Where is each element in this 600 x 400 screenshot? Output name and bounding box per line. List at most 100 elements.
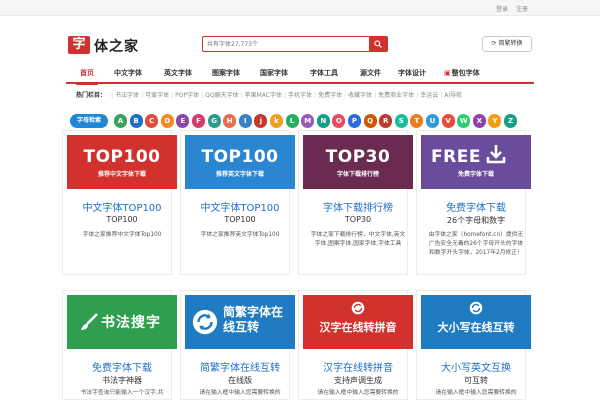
simplified-traditional-switch-button[interactable]: ⟳ 简繁转换 bbox=[482, 36, 532, 52]
card-banner[interactable]: TOP30 字体下载排行榜 bbox=[303, 135, 413, 189]
nav-item-6[interactable]: 源文件 bbox=[360, 68, 381, 78]
hot-category-link[interactable]: 苹果MAC字体 bbox=[245, 92, 282, 99]
alphabet-letter-v[interactable]: V bbox=[441, 114, 455, 128]
alphabet-letter-z[interactable]: Z bbox=[504, 114, 517, 128]
alphabet-label: 字母检索 bbox=[70, 114, 108, 128]
card-title[interactable]: 免费字体下载 bbox=[417, 199, 535, 214]
tool-card[interactable]: 书法搜字 免费字体下载 书法字神器 书法字查询只能输入一个汉字,共 bbox=[62, 290, 177, 400]
switch-label: 简繁转换 bbox=[498, 40, 523, 47]
feature-card[interactable]: TOP100 推荐英文字体下载 中文字体TOP100 TOP100 字体之家推荐英文字体… bbox=[180, 130, 295, 275]
nav-item-2[interactable]: 英文字体 bbox=[164, 68, 192, 78]
main-nav: 首页 中文字体 英文字体 图案字体 国家字体 字体工具 源文件 字体设计 ▣整包字体 bbox=[66, 64, 534, 85]
card-sub: TOP100 bbox=[224, 215, 256, 224]
alphabet-letter-x[interactable]: X bbox=[472, 114, 486, 128]
alphabet-letter-f[interactable]: F bbox=[192, 114, 205, 128]
card-title[interactable]: 中文字体TOP100 bbox=[63, 199, 181, 214]
card-desc: 请在输入框中输入您需要转换的 bbox=[317, 390, 399, 396]
hot-category-link[interactable]: 手机字体 bbox=[288, 92, 312, 99]
nav-item-5[interactable]: 字体工具 bbox=[310, 68, 338, 78]
tool-card[interactable]: 简繁字体在线互转 简繁字体在线互转 在线版 请在输入框中输入您需要转换的 bbox=[180, 290, 295, 400]
card-title[interactable]: 简繁字体在线互转 bbox=[181, 359, 299, 374]
alphabet-letter-l[interactable]: L bbox=[285, 114, 299, 128]
search-input[interactable] bbox=[203, 37, 371, 51]
alphabet-letter-j[interactable]: j bbox=[254, 114, 268, 128]
alphabet-letter-e[interactable]: E bbox=[176, 114, 190, 128]
divider: | bbox=[344, 92, 347, 99]
card-banner[interactable]: TOP100 推荐英文字体下载 bbox=[185, 135, 295, 189]
banner-subtitle: 免费字体下载 bbox=[457, 171, 494, 178]
card-title[interactable]: 汉字在线转拼音 bbox=[299, 359, 417, 374]
alphabet-letter-t[interactable]: T bbox=[410, 114, 424, 128]
alphabet-letter-c[interactable]: C bbox=[145, 114, 159, 128]
card-banner[interactable]: FREE 免费字体下载 bbox=[421, 135, 531, 189]
card-banner[interactable]: 大小写在线互转 bbox=[421, 295, 531, 349]
alphabet-letter-a[interactable]: A bbox=[114, 114, 127, 128]
banner-subtitle: 推荐中文字体下载 bbox=[97, 171, 146, 178]
card-title[interactable]: 免费字体下载 bbox=[63, 359, 181, 374]
alphabet-letter-p[interactable]: P bbox=[348, 114, 361, 128]
banner-title: TOP100 bbox=[201, 147, 279, 167]
nav-item-8[interactable]: ▣整包字体 bbox=[444, 68, 480, 78]
card-banner[interactable]: TOP100 推荐中文字体下载 bbox=[67, 135, 177, 189]
alphabet-letter-y[interactable]: Y bbox=[488, 114, 502, 128]
search-button[interactable] bbox=[369, 37, 387, 51]
top-utility-bar: 登录 注册 bbox=[0, 0, 600, 16]
feature-card[interactable]: TOP30 字体下载排行榜 字体下载排行榜 TOP30 字体之家下载排行榜，中文字体,英… bbox=[298, 130, 413, 275]
banner-subtitle: 推荐英文字体下载 bbox=[215, 171, 264, 178]
hot-category-link[interactable]: AI导航 bbox=[444, 92, 462, 99]
nav-item-3[interactable]: 图案字体 bbox=[212, 68, 240, 78]
card-banner[interactable]: 书法搜字 bbox=[67, 295, 177, 349]
alphabet-letter-m[interactable]: M bbox=[301, 114, 315, 128]
hot-category-link[interactable]: 可爱字体 bbox=[145, 92, 169, 99]
hot-category-link[interactable]: 免费商业字体 bbox=[378, 92, 414, 99]
feature-card[interactable]: TOP100 推荐中文字体下载 中文字体TOP100 TOP100 字体之家推荐中文字体… bbox=[62, 130, 177, 275]
alphabet-letter-q[interactable]: Q bbox=[363, 114, 377, 128]
nav-item-label: 整包字体 bbox=[451, 69, 480, 77]
banner-text: 汉字在线转拼音 bbox=[319, 321, 397, 334]
card-desc: 字体之家推荐英文字体Top100 bbox=[200, 232, 280, 238]
register-link[interactable]: 注册 bbox=[516, 6, 528, 13]
nav-item-0[interactable]: 首页 bbox=[76, 68, 98, 85]
alphabet-letter-r[interactable]: R bbox=[379, 114, 393, 128]
alphabet-letter-d[interactable]: D bbox=[160, 114, 174, 128]
hot-category-link[interactable]: 免费字体 bbox=[318, 92, 342, 99]
tool-card[interactable]: 大小写在线互转 大小写英文互换 可互转 请在输入框中输入您需要转换的 bbox=[416, 290, 531, 400]
banner-subtitle: 字体下载排行榜 bbox=[336, 171, 379, 178]
card-title[interactable]: 字体下载排行榜 bbox=[299, 199, 417, 214]
login-link[interactable]: 登录 bbox=[496, 6, 508, 13]
alphabet-letter-g[interactable]: G bbox=[207, 114, 221, 128]
alphabet-letter-u[interactable]: U bbox=[426, 114, 439, 128]
hot-category-link[interactable]: POP字体 bbox=[175, 92, 199, 99]
banner-text: 书法搜字 bbox=[101, 315, 161, 331]
divider: | bbox=[171, 92, 174, 99]
hot-category-link[interactable]: 书法字体 bbox=[115, 92, 139, 99]
convert-icon bbox=[469, 301, 483, 315]
alphabet-letter-w[interactable]: W bbox=[457, 114, 471, 128]
alphabet-letter-o[interactable]: O bbox=[332, 114, 346, 128]
card-sub: TOP100 bbox=[106, 215, 138, 224]
alphabet-letter-n[interactable]: N bbox=[316, 114, 330, 128]
convert-icon bbox=[192, 309, 218, 335]
tool-card[interactable]: 汉字在线转拼音 汉字在线转拼音 支持声调生成 请在输入框中输入您需要转换的 bbox=[298, 290, 413, 400]
card-title[interactable]: 大小写英文互换 bbox=[417, 359, 535, 374]
nav-item-4[interactable]: 国家字体 bbox=[260, 68, 288, 78]
site-logo[interactable]: 字 体之家 bbox=[68, 34, 158, 56]
nav-item-1[interactable]: 中文字体 bbox=[114, 68, 142, 78]
nav-item-7[interactable]: 字体设计 bbox=[398, 68, 426, 78]
alphabet-letter-s[interactable]: S bbox=[394, 114, 408, 128]
feature-card[interactable]: FREE 免费字体下载 免费字体下载 26个字母和数字 由字体之家（homefont.c… bbox=[416, 130, 531, 275]
alphabet-letter-h[interactable]: H bbox=[223, 114, 237, 128]
search-icon bbox=[374, 40, 382, 48]
divider: | bbox=[141, 92, 144, 99]
hot-category-link[interactable]: 幸运云 bbox=[420, 92, 438, 99]
alphabet-letter-i[interactable]: I bbox=[238, 114, 252, 128]
hot-category-link[interactable]: 收藏字体 bbox=[348, 92, 372, 99]
card-title[interactable]: 中文字体TOP100 bbox=[181, 199, 299, 214]
banner-text: 简繁字体在线互转 bbox=[223, 305, 284, 334]
logo-text: 体之家 bbox=[94, 39, 139, 55]
card-banner[interactable]: 简繁字体在线互转 bbox=[185, 295, 295, 349]
alphabet-letter-k[interactable]: k bbox=[270, 114, 283, 128]
alphabet-letter-b[interactable]: B bbox=[129, 114, 143, 128]
card-banner[interactable]: 汉字在线转拼音 bbox=[303, 295, 413, 349]
hot-category-link[interactable]: QQ聊天字体 bbox=[205, 92, 238, 99]
